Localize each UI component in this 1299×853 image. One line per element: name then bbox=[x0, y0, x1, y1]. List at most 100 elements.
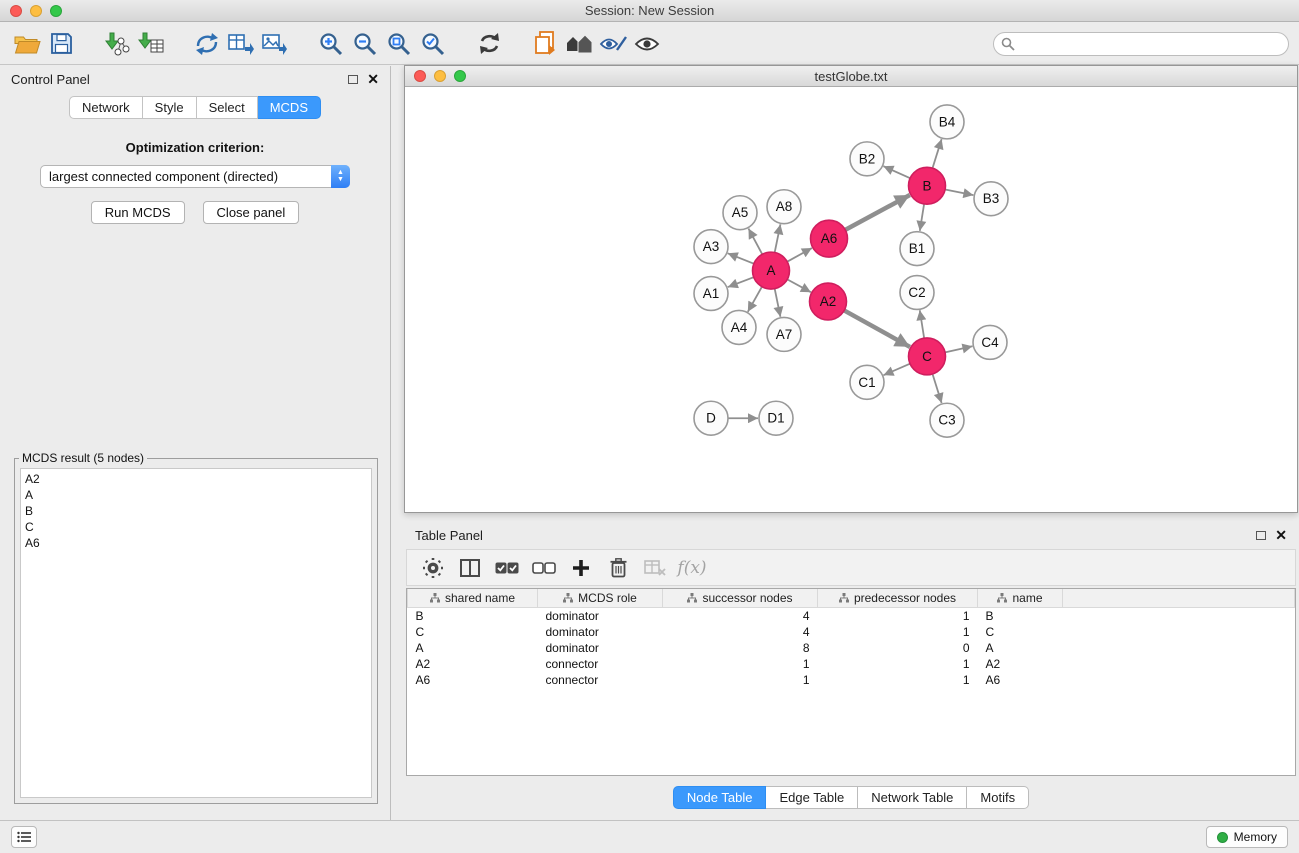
open-session-button[interactable] bbox=[10, 28, 44, 60]
table-row[interactable]: Adominator80A bbox=[408, 640, 1295, 656]
graph-edge[interactable] bbox=[728, 277, 754, 287]
zoom-out-button[interactable] bbox=[348, 28, 382, 60]
new-network-button[interactable] bbox=[190, 28, 224, 60]
network-canvas[interactable]: B4B2BB3A5A8A6B1A3AC2A1A2A4A7C4CC1C3DD1 bbox=[405, 88, 1297, 512]
show-columns-button[interactable] bbox=[456, 554, 484, 582]
tab-network[interactable]: Network bbox=[69, 96, 143, 119]
graph-edge[interactable] bbox=[775, 289, 781, 317]
mcds-result-fieldset: MCDS result (5 nodes) A2ABCA6 bbox=[14, 458, 378, 804]
column-header-filler bbox=[1063, 589, 1295, 608]
mcds-result-item[interactable]: B bbox=[25, 503, 367, 519]
graph-edge[interactable] bbox=[945, 346, 972, 352]
criterion-dropdown[interactable]: largest connected component (directed) ▲… bbox=[40, 165, 350, 188]
memory-button[interactable]: Memory bbox=[1206, 826, 1288, 848]
mcds-result-list[interactable]: A2ABCA6 bbox=[20, 468, 372, 798]
graph-node-label: C4 bbox=[981, 335, 999, 350]
close-panel-button[interactable]: Close panel bbox=[203, 201, 300, 224]
mcds-result-item[interactable]: A2 bbox=[25, 471, 367, 487]
column-header-shared-name[interactable]: shared name bbox=[408, 589, 538, 608]
zoom-in-icon bbox=[318, 31, 344, 57]
task-history-button[interactable] bbox=[11, 826, 37, 848]
graph-edge[interactable] bbox=[933, 139, 942, 168]
style-preview-button[interactable] bbox=[596, 28, 630, 60]
delete-column-button[interactable] bbox=[604, 554, 632, 582]
graph-edge[interactable] bbox=[787, 279, 811, 292]
graph-edge[interactable] bbox=[933, 374, 942, 403]
search-input[interactable] bbox=[993, 32, 1289, 56]
column-header-predecessor-nodes[interactable]: predecessor nodes bbox=[818, 589, 978, 608]
refresh-icon bbox=[477, 31, 502, 56]
import-table-icon bbox=[138, 32, 164, 56]
import-network-button[interactable] bbox=[100, 28, 134, 60]
table-row[interactable]: Bdominator41B bbox=[408, 608, 1295, 625]
graph-edge[interactable] bbox=[787, 248, 812, 262]
column-header-successor-nodes[interactable]: successor nodes bbox=[663, 589, 818, 608]
control-panel-tabs: Network Style Select MCDS bbox=[0, 96, 390, 119]
tab-network-table[interactable]: Network Table bbox=[858, 786, 967, 809]
mcds-result-item[interactable]: A bbox=[25, 487, 367, 503]
criterion-value: largest connected component (directed) bbox=[41, 169, 331, 184]
table-cell: A2 bbox=[978, 656, 1063, 672]
tab-style[interactable]: Style bbox=[143, 96, 197, 119]
deselect-all-button[interactable] bbox=[530, 554, 558, 582]
zoom-fit-button[interactable] bbox=[382, 28, 416, 60]
home-button[interactable] bbox=[562, 28, 596, 60]
graph-edge[interactable] bbox=[748, 287, 762, 312]
tab-node-table[interactable]: Node Table bbox=[673, 786, 767, 809]
zoom-in-button[interactable] bbox=[314, 28, 348, 60]
save-icon bbox=[50, 32, 73, 55]
graph-edge[interactable] bbox=[748, 229, 762, 255]
column-header-name[interactable]: name bbox=[978, 589, 1063, 608]
graph-node-label: C bbox=[922, 349, 932, 364]
tab-edge-table[interactable]: Edge Table bbox=[766, 786, 858, 809]
zoom-selected-button[interactable] bbox=[416, 28, 450, 60]
graph-edge[interactable] bbox=[945, 189, 973, 195]
tab-motifs[interactable]: Motifs bbox=[967, 786, 1029, 809]
mcds-result-item[interactable]: A6 bbox=[25, 535, 367, 551]
graph-node-label: A5 bbox=[732, 205, 749, 220]
import-table-button[interactable] bbox=[134, 28, 168, 60]
table-settings-button[interactable] bbox=[419, 554, 447, 582]
function-builder-button[interactable]: f(x) bbox=[678, 554, 706, 582]
graph-edge[interactable] bbox=[728, 253, 754, 263]
float-table-panel-icon[interactable] bbox=[1256, 531, 1266, 540]
graph-edge[interactable] bbox=[883, 166, 910, 178]
snapshot-button[interactable] bbox=[528, 28, 562, 60]
folder-open-icon bbox=[14, 32, 41, 55]
titlebar: Session: New Session bbox=[0, 0, 1299, 22]
network-view-window: testGlobe.txt B4B2BB3A5A8A6B1A3AC2A1A2A4… bbox=[404, 65, 1298, 513]
dropdown-stepper-icon: ▲▼ bbox=[331, 165, 350, 188]
table-row[interactable]: Cdominator41C bbox=[408, 624, 1295, 640]
table-cell-filler bbox=[1063, 624, 1295, 640]
graph-node-label: B3 bbox=[983, 191, 1000, 206]
graph-edge[interactable] bbox=[920, 310, 924, 338]
graph-edge[interactable] bbox=[844, 310, 910, 346]
table-row[interactable]: A6connector11A6 bbox=[408, 672, 1295, 688]
graph-node-label: C1 bbox=[858, 375, 875, 390]
delete-table-button[interactable] bbox=[641, 554, 669, 582]
attribute-icon bbox=[563, 593, 573, 603]
export-image-button[interactable] bbox=[258, 28, 292, 60]
graph-edge[interactable] bbox=[845, 195, 910, 230]
select-all-button[interactable] bbox=[493, 554, 521, 582]
tab-mcds[interactable]: MCDS bbox=[258, 96, 321, 119]
close-panel-icon[interactable]: ✕ bbox=[367, 74, 379, 84]
graph-edge[interactable] bbox=[884, 364, 911, 375]
new-table-button[interactable] bbox=[224, 28, 258, 60]
network-graph[interactable]: B4B2BB3A5A8A6B1A3AC2A1A2A4A7C4CC1C3DD1 bbox=[405, 88, 1297, 512]
graph-edge[interactable] bbox=[775, 224, 781, 252]
add-column-button[interactable] bbox=[567, 554, 595, 582]
save-session-button[interactable] bbox=[44, 28, 78, 60]
column-header-mcds-role[interactable]: MCDS role bbox=[538, 589, 663, 608]
memory-status-icon bbox=[1217, 832, 1228, 843]
show-graphics-button[interactable] bbox=[630, 28, 664, 60]
close-table-panel-icon[interactable]: ✕ bbox=[1275, 530, 1287, 540]
tab-select[interactable]: Select bbox=[197, 96, 258, 119]
refresh-button[interactable] bbox=[472, 28, 506, 60]
mcds-result-item[interactable]: C bbox=[25, 519, 367, 535]
table-row[interactable]: A2connector11A2 bbox=[408, 656, 1295, 672]
run-mcds-button[interactable]: Run MCDS bbox=[91, 201, 185, 224]
float-panel-icon[interactable] bbox=[348, 75, 358, 84]
graph-edge[interactable] bbox=[920, 204, 924, 231]
delete-table-icon bbox=[644, 560, 666, 576]
